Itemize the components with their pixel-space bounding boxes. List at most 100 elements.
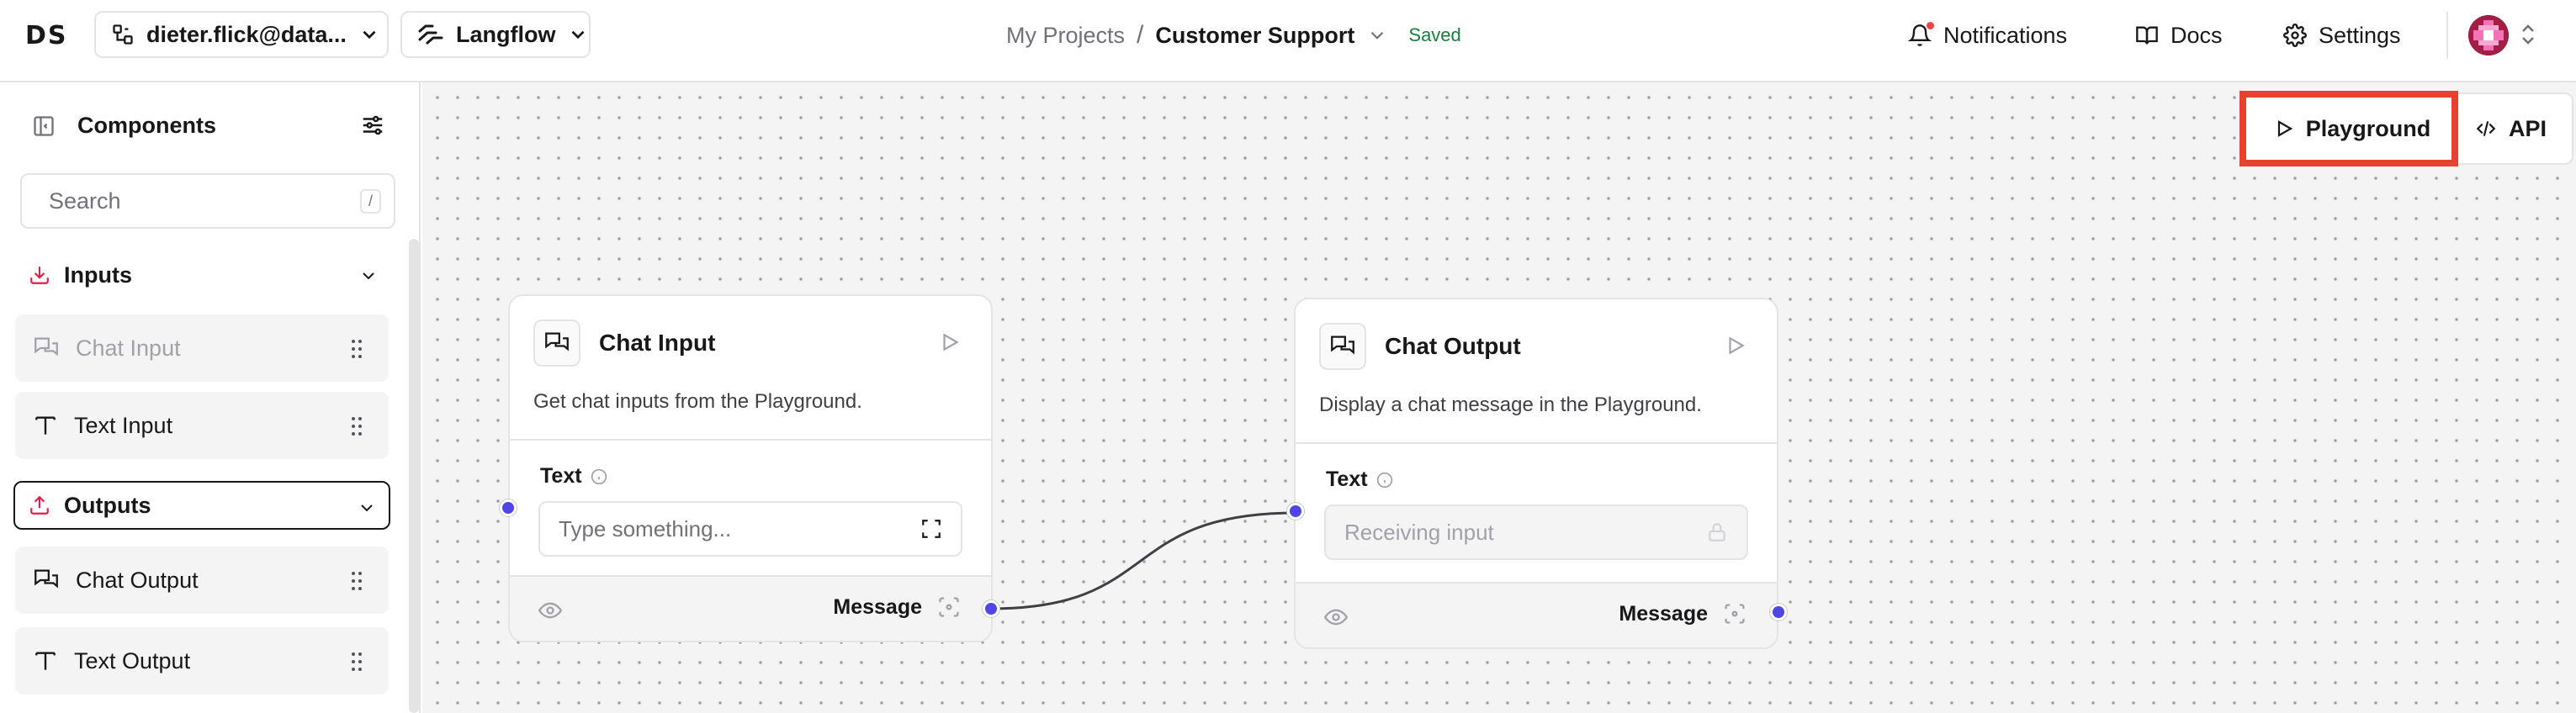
component-text-output[interactable]: Text Output [15,627,389,695]
account-selector[interactable]: dieter.flick@data... [94,11,389,58]
component-text-input[interactable]: Text Input [15,392,389,459]
component-chat-input[interactable]: Chat Input [15,314,389,382]
chevron-down-icon [572,30,585,40]
play-icon[interactable] [1725,335,1746,356]
breadcrumb-separator: / [1137,21,1144,49]
org-tree-icon [113,24,133,45]
text-field[interactable] [538,501,962,557]
search-input[interactable] [49,187,347,214]
account-name: dieter.flick@data... [146,21,347,47]
chevron-down-icon[interactable] [1366,24,1388,46]
settings-button[interactable]: Settings [2283,17,2401,54]
chevron-updown-icon[interactable] [2519,22,2537,47]
chevron-down-icon [363,30,376,40]
output-label: Message [1619,602,1708,626]
drag-handle-icon[interactable] [350,415,363,437]
upload-icon [30,495,49,515]
node-title: Chat Output [1385,333,1521,359]
drag-handle-icon[interactable] [350,570,363,592]
code-icon [2476,121,2496,136]
docs-label: Docs [2171,22,2223,48]
field-label: Text [540,464,607,489]
input-handle[interactable] [500,499,517,516]
node-header: Chat Output [1319,323,1521,370]
info-icon [591,468,607,484]
download-icon [30,267,49,284]
gear-icon [2283,24,2307,47]
text-field-locked: Receiving input [1324,504,1748,560]
notifications-label: Notifications [1943,22,2068,48]
components-sidebar: Components / Inputs Chat Input Text Inpu… [0,82,421,713]
info-icon [1376,472,1392,488]
avatar[interactable] [2468,15,2509,55]
breadcrumb-projects[interactable]: My Projects [1006,23,1125,49]
drag-handle-icon[interactable] [350,338,363,360]
settings-label: Settings [2319,22,2401,48]
node-divider [510,439,991,441]
chat-icon [34,337,58,356]
text-icon [35,652,56,670]
drag-handle-icon[interactable] [350,651,363,673]
notification-dot [1927,22,1934,29]
text-input[interactable] [559,515,920,542]
api-label: API [2509,115,2547,141]
component-label: Text Output [74,647,191,673]
node-header: Chat Input [533,320,715,367]
node-description: Display a chat message in the Playground… [1319,393,1702,416]
docs-link[interactable]: Docs [2135,17,2223,54]
chat-icon [1319,323,1366,370]
component-chat-output[interactable]: Chat Output [15,547,389,614]
save-status: Saved [1408,24,1461,45]
play-icon[interactable] [939,331,961,353]
section-outputs[interactable]: Outputs [13,481,390,530]
field-label-text: Text [540,464,582,488]
output-handle[interactable] [1770,604,1787,621]
api-button[interactable]: API [2462,94,2572,163]
section-label: Inputs [64,261,132,288]
scan-eye-icon[interactable] [937,595,961,619]
eye-icon[interactable] [538,599,562,622]
output-label: Message [833,595,922,619]
text-icon [35,416,56,435]
input-handle[interactable] [1287,503,1304,520]
sidebar-toggle-icon[interactable] [32,114,56,138]
filter-sliders-icon[interactable] [360,113,385,138]
chevron-down-icon [363,272,374,280]
component-search[interactable]: / [20,173,395,229]
component-label: Chat Output [76,567,199,593]
node-title: Chat Input [599,330,716,356]
node-chat-input[interactable]: Chat Input Get chat inputs from the Play… [508,294,993,642]
sidebar-title: Components [77,113,216,138]
section-inputs[interactable]: Inputs [15,251,390,299]
playground-highlight [2239,91,2458,166]
notifications-button[interactable]: Notifications [1908,17,2067,54]
node-output-row: Message [510,575,991,641]
field-label-text: Text [1326,467,1368,491]
field-label: Text [1326,467,1393,492]
top-bar: DS dieter.flick@data... Langflow My Proj… [0,0,2576,82]
node-chat-output[interactable]: Chat Output Display a chat message in th… [1294,298,1778,649]
receiving-input-text: Receiving input [1344,519,1494,545]
eye-icon[interactable] [1324,605,1348,629]
org-name: Langflow [456,21,556,47]
bell-icon [1908,22,1934,47]
node-description: Get chat inputs from the Playground. [533,390,862,413]
expand-icon[interactable] [920,518,942,540]
component-label: Chat Input [76,335,181,361]
scan-eye-icon[interactable] [1723,602,1746,626]
chat-icon [533,320,580,367]
breadcrumb: My Projects / Customer Support Saved [1006,18,1461,52]
section-label: Outputs [64,492,151,518]
flow-name[interactable]: Customer Support [1155,23,1354,49]
chevron-down-icon [361,504,373,512]
langflow-logo-icon [418,24,443,45]
lock-icon [1709,523,1725,541]
node-output-row: Message [1296,582,1777,647]
output-handle[interactable] [983,600,999,617]
header-divider [2446,12,2448,59]
search-shortcut: / [360,188,382,214]
app-logo[interactable]: DS [25,20,76,50]
org-selector[interactable]: Langflow [400,11,591,58]
sidebar-header: Components [32,113,216,139]
sidebar-scrollbar[interactable] [409,239,419,713]
